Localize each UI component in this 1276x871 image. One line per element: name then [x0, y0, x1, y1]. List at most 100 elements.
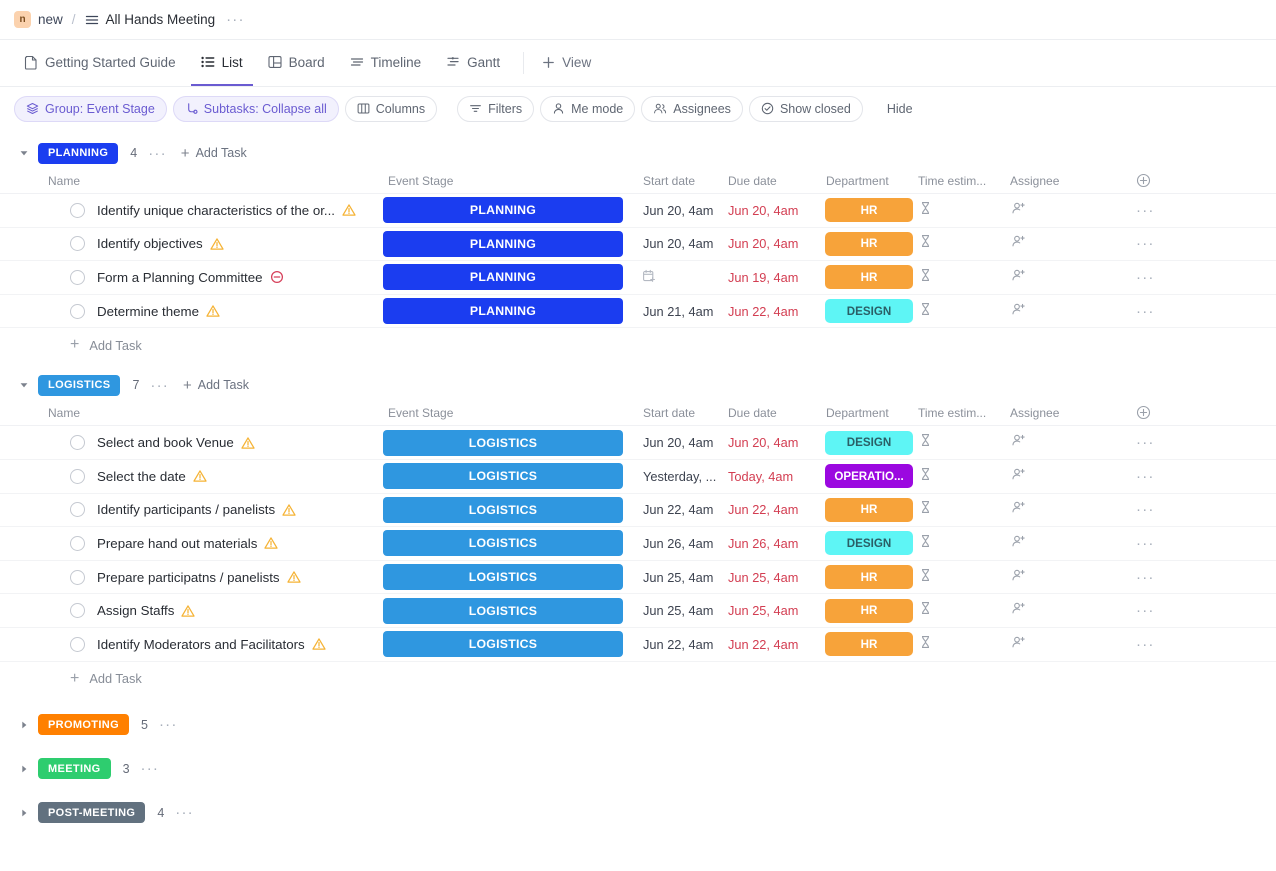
start-date-cell[interactable]: Jun 20, 4am [634, 203, 726, 218]
assignee-cell[interactable] [1010, 201, 1122, 220]
add-task-row[interactable]: + Add Task [0, 328, 1276, 362]
time-estimate-cell[interactable] [916, 635, 1010, 654]
department-badge[interactable]: HR [825, 632, 913, 657]
group-more-button[interactable]: ··· [159, 717, 178, 732]
assignee-cell[interactable] [1010, 433, 1122, 452]
warning-triangle-icon[interactable] [282, 503, 296, 517]
start-date-cell[interactable]: Jun 22, 4am [634, 502, 726, 517]
group-add-task-button[interactable]: + Add Task [183, 378, 249, 393]
warning-triangle-icon[interactable] [286, 570, 301, 584]
column-header-event-stage[interactable]: Event Stage [382, 174, 634, 188]
tab-getting-started-guide[interactable]: Getting Started Guide [14, 40, 186, 86]
assignee-cell[interactable] [1010, 467, 1122, 486]
warning-triangle-icon[interactable] [193, 469, 207, 483]
chevron-right-icon[interactable] [14, 759, 34, 779]
table-row[interactable]: Select and book Venue LOGISTICS Jun 20, 4a… [0, 426, 1276, 460]
assignee-cell[interactable] [1010, 601, 1122, 620]
department-badge[interactable]: HR [825, 565, 913, 590]
due-date-cell[interactable]: Jun 22, 4am [726, 502, 820, 517]
column-header-assignee[interactable]: Assignee [1010, 406, 1122, 420]
row-more-button[interactable]: ··· [1122, 435, 1155, 450]
column-header-department[interactable]: Department [820, 174, 916, 188]
breadcrumb-more-button[interactable]: ··· [226, 12, 245, 27]
due-date-cell[interactable]: Jun 20, 4am [726, 203, 820, 218]
column-header-due-date[interactable]: Due date [726, 406, 820, 420]
assignee-cell[interactable] [1010, 268, 1122, 287]
start-date-cell[interactable]: Yesterday, ... [634, 469, 726, 484]
department-badge[interactable]: DESIGN [825, 430, 913, 455]
workspace-avatar[interactable]: n [14, 11, 31, 28]
due-date-cell[interactable]: Jun 20, 4am [726, 236, 820, 251]
hide-button[interactable]: Hide [875, 96, 925, 122]
column-header-department[interactable]: Department [820, 406, 916, 420]
column-header-start-date[interactable]: Start date [634, 406, 726, 420]
time-estimate-cell[interactable] [916, 534, 1010, 553]
show-closed-button[interactable]: Show closed [748, 95, 863, 122]
department-badge[interactable]: HR [825, 231, 913, 256]
time-estimate-cell[interactable] [916, 234, 1010, 253]
row-more-button[interactable]: ··· [1122, 603, 1155, 618]
time-estimate-cell[interactable] [916, 433, 1010, 452]
blocked-circle-icon[interactable] [270, 270, 284, 284]
task-checkbox[interactable] [70, 636, 85, 652]
chevron-right-icon[interactable] [14, 715, 34, 735]
table-row[interactable]: Identify Moderators and Facilitators LOGI… [0, 627, 1276, 662]
start-date-cell[interactable]: Jun 21, 4am [634, 304, 726, 319]
time-estimate-cell[interactable] [916, 601, 1010, 620]
column-header-event-stage[interactable]: Event Stage [382, 406, 634, 420]
subtasks-button[interactable]: Subtasks: Collapse all [172, 95, 339, 122]
add-view-button[interactable]: View [532, 40, 601, 86]
row-more-button[interactable]: ··· [1122, 304, 1155, 319]
table-row[interactable]: Select the date LOGISTICS Yesterday, ... To… [0, 459, 1276, 494]
chevron-down-icon[interactable] [14, 375, 34, 395]
tab-board[interactable]: Board [258, 40, 335, 86]
due-date-cell[interactable]: Today, 4am [726, 469, 820, 484]
row-more-button[interactable]: ··· [1122, 637, 1155, 652]
assignee-cell[interactable] [1010, 234, 1122, 253]
due-date-cell[interactable]: Jun 22, 4am [726, 304, 820, 319]
table-row[interactable]: Form a Planning Committee PLANNING Jun 19,… [0, 261, 1276, 295]
event-stage-badge[interactable]: PLANNING [383, 197, 623, 224]
assignees-button[interactable]: Assignees [641, 95, 743, 122]
event-stage-badge[interactable]: LOGISTICS [383, 496, 623, 523]
table-row[interactable]: Determine theme PLANNING Jun 21, 4am Jun 22… [0, 294, 1276, 329]
due-date-cell[interactable]: Jun 25, 4am [726, 570, 820, 585]
row-more-button[interactable]: ··· [1122, 536, 1155, 551]
time-estimate-cell[interactable] [916, 500, 1010, 519]
event-stage-badge[interactable]: LOGISTICS [383, 631, 623, 658]
row-more-button[interactable]: ··· [1122, 469, 1155, 484]
table-row[interactable]: Identify unique characteristics of the o… [0, 194, 1276, 228]
department-badge[interactable]: HR [825, 198, 913, 223]
time-estimate-cell[interactable] [916, 201, 1010, 220]
assignee-cell[interactable] [1010, 635, 1122, 654]
task-checkbox[interactable] [70, 435, 85, 451]
task-name[interactable]: Identify unique characteristics of the o… [97, 203, 335, 218]
department-badge[interactable]: HR [825, 497, 913, 522]
task-checkbox[interactable] [70, 535, 85, 551]
start-date-cell[interactable]: Jun 22, 4am [634, 637, 726, 652]
tab-gantt[interactable]: Gantt [436, 40, 510, 86]
column-header-name[interactable]: Name [0, 174, 382, 188]
warning-triangle-icon[interactable] [342, 203, 356, 217]
column-header-start-date[interactable]: Start date [634, 174, 726, 188]
me-mode-button[interactable]: Me mode [540, 95, 636, 122]
breadcrumb-workspace[interactable]: new [38, 12, 63, 27]
assignee-cell[interactable] [1010, 302, 1122, 321]
warning-triangle-icon[interactable] [312, 637, 326, 651]
group-status-badge[interactable]: LOGISTICS [38, 374, 121, 396]
task-name[interactable]: Select and book Venue [97, 435, 234, 450]
group-status-badge[interactable]: MEETING [38, 758, 111, 780]
filters-button[interactable]: Filters [457, 95, 535, 122]
group-status-badge[interactable]: PROMOTING [38, 714, 129, 736]
start-date-cell[interactable]: Jun 20, 4am [634, 236, 726, 251]
time-estimate-cell[interactable] [916, 467, 1010, 486]
assignee-cell[interactable] [1010, 534, 1122, 553]
group-more-button[interactable]: ··· [141, 761, 160, 776]
column-header-due-date[interactable]: Due date [726, 174, 820, 188]
columns-button[interactable]: Columns [344, 95, 438, 122]
chevron-right-icon[interactable] [14, 803, 34, 823]
group-by-button[interactable]: Group: Event Stage [14, 95, 167, 122]
warning-triangle-icon[interactable] [181, 604, 195, 618]
add-column-icon[interactable] [1136, 173, 1151, 188]
event-stage-badge[interactable]: LOGISTICS [383, 429, 623, 456]
